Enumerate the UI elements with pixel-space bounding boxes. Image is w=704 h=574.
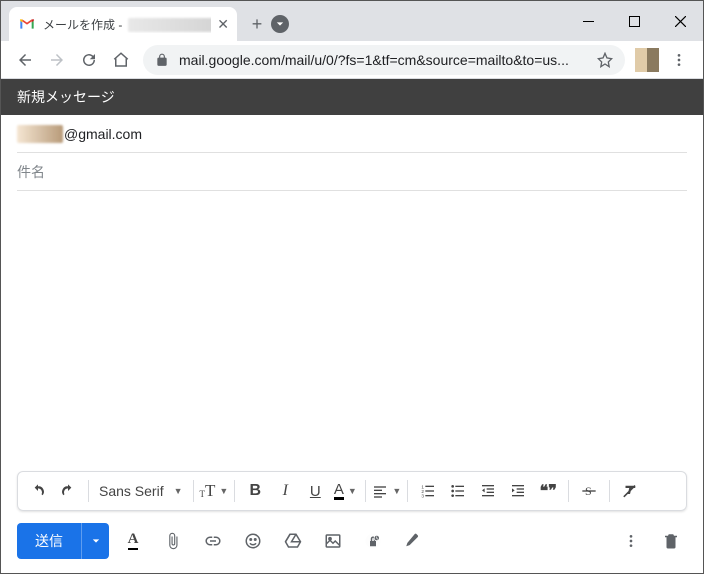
more-options-button[interactable] [615, 525, 647, 557]
formatting-toolbar: Sans Serif ▼ TT▼ B I U A▼ ▼ 123 ❝❞ S [17, 471, 687, 511]
caret-down-icon: ▼ [174, 486, 183, 496]
browser-tab[interactable]: メールを作成 - ✕ [9, 7, 237, 41]
to-field[interactable]: @gmail.com [17, 115, 687, 153]
strikethrough-button[interactable]: S [575, 477, 603, 505]
font-family-label: Sans Serif [99, 483, 164, 499]
subject-field-row [17, 153, 687, 191]
home-button[interactable] [105, 44, 137, 76]
text-color-button[interactable]: A▼ [331, 477, 359, 505]
undo-button[interactable] [24, 477, 52, 505]
browser-menu-icon[interactable] [663, 52, 695, 68]
tab-title: メールを作成 - [43, 16, 211, 33]
remove-formatting-button[interactable] [616, 477, 644, 505]
insert-link-button[interactable] [197, 525, 229, 557]
lock-icon [155, 53, 169, 67]
separator [193, 480, 194, 502]
redo-button[interactable] [54, 477, 82, 505]
underline-button[interactable]: U [301, 477, 329, 505]
maximize-button[interactable] [611, 1, 657, 41]
window-controls [565, 1, 703, 41]
italic-button[interactable]: I [271, 477, 299, 505]
discard-draft-button[interactable] [655, 525, 687, 557]
attach-file-button[interactable] [157, 525, 189, 557]
send-button[interactable]: 送信 [17, 523, 81, 559]
tab-search-icon[interactable] [271, 15, 289, 33]
bold-button[interactable]: B [241, 477, 269, 505]
new-tab-button[interactable]: + [243, 10, 271, 38]
insert-signature-button[interactable] [397, 525, 429, 557]
indent-more-button[interactable] [504, 477, 532, 505]
align-button[interactable]: ▼ [372, 477, 401, 505]
insert-emoji-button[interactable] [237, 525, 269, 557]
subject-input[interactable] [17, 164, 687, 180]
url-text: mail.google.com/mail/u/0/?fs=1&tf=cm&sou… [179, 52, 589, 68]
insert-drive-button[interactable] [277, 525, 309, 557]
text-size-button[interactable]: TT▼ [200, 477, 229, 505]
tab-close-icon[interactable]: ✕ [217, 16, 229, 33]
insert-photo-button[interactable] [317, 525, 349, 557]
bulleted-list-button[interactable] [444, 477, 472, 505]
compose-fields: @gmail.com [1, 115, 703, 191]
separator [407, 480, 408, 502]
gmail-favicon-icon [19, 16, 35, 32]
send-bar: 送信 A [1, 511, 703, 571]
font-family-select[interactable]: Sans Serif ▼ [95, 483, 187, 499]
send-button-group: 送信 [17, 523, 109, 559]
compose-title: 新規メッセージ [17, 87, 115, 107]
omnibox[interactable]: mail.google.com/mail/u/0/?fs=1&tf=cm&sou… [143, 45, 625, 75]
reload-button[interactable] [73, 44, 105, 76]
recipient-domain: @gmail.com [64, 126, 142, 142]
separator [609, 480, 610, 502]
compose-body[interactable] [1, 191, 703, 471]
quote-button[interactable]: ❝❞ [534, 477, 562, 505]
indent-less-button[interactable] [474, 477, 502, 505]
separator [365, 480, 366, 502]
nav-forward-button[interactable] [41, 44, 73, 76]
numbered-list-button[interactable]: 123 [414, 477, 442, 505]
minimize-button[interactable] [565, 1, 611, 41]
profile-avatar[interactable] [635, 48, 659, 72]
compose-header: 新規メッセージ [1, 79, 703, 115]
separator [234, 480, 235, 502]
svg-text:3: 3 [422, 494, 425, 499]
browser-titlebar: メールを作成 - ✕ + [1, 1, 703, 41]
address-bar: mail.google.com/mail/u/0/?fs=1&tf=cm&sou… [1, 41, 703, 79]
separator [88, 480, 89, 502]
separator [568, 480, 569, 502]
confidential-mode-button[interactable] [357, 525, 389, 557]
text-format-toggle[interactable]: A [117, 525, 149, 557]
bookmark-star-icon[interactable] [597, 52, 613, 68]
nav-back-button[interactable] [9, 44, 41, 76]
recipient-redacted [17, 125, 63, 143]
send-more-button[interactable] [81, 523, 109, 559]
close-window-button[interactable] [657, 1, 703, 41]
